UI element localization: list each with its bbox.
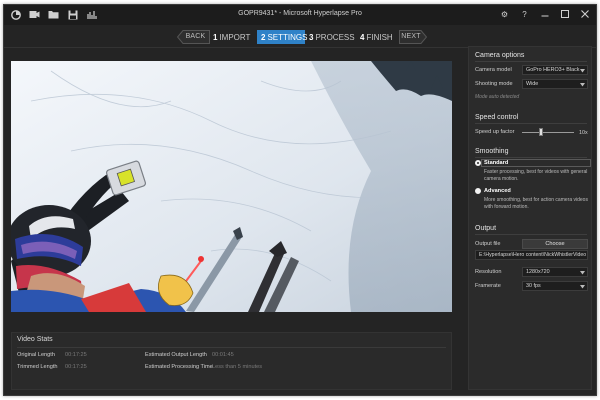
framerate-value: 30 fps xyxy=(526,283,541,289)
video-frame-image xyxy=(11,61,452,312)
step-label: FINISH xyxy=(366,32,393,42)
minimize-button[interactable] xyxy=(539,8,550,20)
stats-divider xyxy=(17,347,446,348)
mode-auto-detected-note: Mode auto detected xyxy=(475,94,520,100)
video-preview[interactable] xyxy=(11,61,452,312)
section-divider xyxy=(475,123,587,124)
trimmed-length-value: 00:17:25 xyxy=(65,364,87,370)
next-button-label: NEXT xyxy=(401,33,421,40)
app-window: GOPR9431* - Microsoft Hyperlapse Pro ⚙ ?… xyxy=(3,4,597,396)
output-path-field[interactable]: E:\Hyperlapse\Hero content\NickWhistlerV… xyxy=(475,250,588,260)
step-number: 3 xyxy=(309,32,314,42)
step-label: IMPORT xyxy=(219,32,251,42)
camera-model-dropdown[interactable]: GoPro HERO3+ Black xyxy=(522,65,588,75)
section-divider xyxy=(475,157,587,158)
maximize-button[interactable] xyxy=(559,8,570,20)
close-button[interactable] xyxy=(579,8,590,20)
camera-options-title: Camera options xyxy=(475,52,525,59)
shooting-mode-dropdown[interactable]: Wide xyxy=(522,79,588,89)
back-button-label: BACK xyxy=(185,33,206,40)
original-length-label: Original Length xyxy=(17,352,55,358)
back-button[interactable]: BACK xyxy=(177,30,210,44)
resolution-label: Resolution xyxy=(475,269,502,275)
tab-finish[interactable]: 4 FINISH xyxy=(360,30,393,44)
advanced-option-description: More smoothing, best for action camera v… xyxy=(484,197,588,210)
step-number: 4 xyxy=(360,32,365,42)
shooting-mode-value: Wide xyxy=(526,81,539,87)
estimated-output-length-label: Estimated Output Length xyxy=(145,352,207,358)
export-icon[interactable] xyxy=(86,9,97,20)
speed-slider-track[interactable] xyxy=(522,132,574,133)
step-label: SETTINGS xyxy=(267,32,308,42)
open-video-icon[interactable] xyxy=(29,9,40,20)
standard-radio[interactable] xyxy=(475,160,481,166)
section-divider xyxy=(475,234,587,235)
output-title: Output xyxy=(475,225,497,232)
chevron-down-icon xyxy=(580,83,585,87)
shooting-mode-label: Shooting mode xyxy=(475,81,513,87)
settings-gear-icon[interactable]: ⚙ xyxy=(499,8,510,20)
estimated-processing-time-label: Estimated Processing Time xyxy=(145,364,213,370)
output-file-label: Output file xyxy=(475,241,501,247)
speed-up-factor-label: Speed up factor xyxy=(475,129,515,135)
tab-import[interactable]: 1 IMPORT xyxy=(213,30,250,44)
choose-button[interactable]: Choose xyxy=(522,239,588,249)
titlebar-controls: ⚙ ? xyxy=(499,8,590,20)
tab-settings[interactable]: 2 SETTINGS xyxy=(257,30,308,44)
trimmed-length-label: Trimmed Length xyxy=(17,364,58,370)
framerate-dropdown[interactable]: 30 fps xyxy=(522,281,588,291)
save-icon[interactable] xyxy=(67,9,78,20)
advanced-radio[interactable] xyxy=(475,188,481,194)
advanced-option-title[interactable]: Advanced xyxy=(484,188,511,194)
framerate-label: Framerate xyxy=(475,283,501,289)
settings-panel: Camera options Camera model GoPro HERO3+… xyxy=(468,46,592,390)
standard-option-description: Faster processing, best for videos with … xyxy=(484,169,588,182)
estimated-processing-time-value: Less than 5 minutes xyxy=(212,364,263,370)
help-icon[interactable]: ? xyxy=(519,8,530,20)
step-navigation: BACK 1 IMPORT 2 SETTINGS 3 PROCESS 4 FIN… xyxy=(4,29,596,46)
estimated-output-length-value: 00:01:45 xyxy=(212,352,234,358)
speed-slider-handle[interactable] xyxy=(539,128,544,136)
app-logo-icon[interactable] xyxy=(10,9,21,20)
chevron-down-icon xyxy=(580,69,585,73)
step-number: 2 xyxy=(261,32,266,42)
speed-control-title: Speed control xyxy=(475,114,519,121)
camera-model-label: Camera model xyxy=(475,67,512,73)
resolution-dropdown[interactable]: 1280x720 xyxy=(522,267,588,277)
camera-model-value: GoPro HERO3+ Black xyxy=(526,67,580,73)
trimmed-length-stat: Trimmed Length 00:17:25 xyxy=(17,364,87,370)
next-button[interactable]: NEXT xyxy=(399,30,427,44)
section-divider xyxy=(475,61,587,62)
title-bar: GOPR9431* - Microsoft Hyperlapse Pro ⚙ ? xyxy=(4,5,596,25)
standard-option-title[interactable]: Standard xyxy=(484,160,508,166)
step-number: 1 xyxy=(213,32,218,42)
original-length-value: 00:17:25 xyxy=(65,352,87,358)
video-stats-panel: Video Stats Original Length 00:17:25 Tri… xyxy=(11,332,452,390)
video-stats-title: Video Stats xyxy=(17,336,53,343)
folder-icon[interactable] xyxy=(48,9,59,20)
estimated-processing-time-stat: Estimated Processing Time Less than 5 mi… xyxy=(145,364,262,370)
step-label: PROCESS xyxy=(315,32,355,42)
tab-process[interactable]: 3 PROCESS xyxy=(309,30,355,44)
resolution-value: 1280x720 xyxy=(526,269,550,275)
estimated-output-length-stat: Estimated Output Length 00:01:45 xyxy=(145,352,234,358)
chevron-down-icon xyxy=(580,285,585,289)
chevron-down-icon xyxy=(580,271,585,275)
smoothing-title: Smoothing xyxy=(475,148,509,155)
original-length-stat: Original Length 00:17:25 xyxy=(17,352,87,358)
speed-up-factor-value: 10x xyxy=(579,130,588,136)
titlebar-left-icons xyxy=(10,9,97,20)
